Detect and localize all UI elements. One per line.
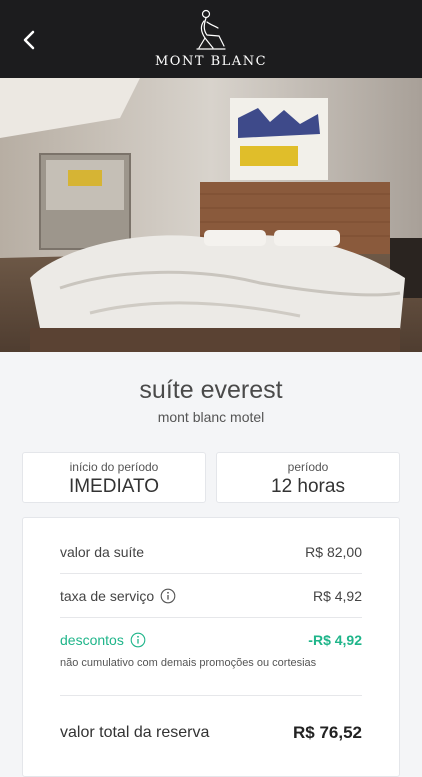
discount-row: descontos -R$ 4,92 (60, 632, 362, 648)
total-row: valor total da reserva R$ 76,52 (60, 723, 362, 743)
price-summary: valor da suíte R$ 82,00 taxa de serviço … (22, 517, 400, 777)
discount-label: descontos (60, 632, 124, 648)
brand-name: MONT BLANC (154, 54, 268, 69)
motel-name: mont blanc motel (157, 409, 265, 425)
suite-value: R$ 82,00 (305, 544, 362, 560)
service-fee-row: taxa de serviço R$ 4,92 (60, 588, 362, 604)
period-start-label: início do período (69, 460, 159, 474)
period-value: 12 horas (271, 476, 345, 497)
period-start-value: IMEDIATO (68, 476, 160, 497)
brand-logo: MONT BLANC (0, 8, 422, 69)
suite-photo (0, 78, 422, 352)
suite-photo-gallery[interactable] (0, 78, 422, 352)
info-icon[interactable] (160, 588, 176, 604)
service-fee-label: taxa de serviço (60, 588, 155, 604)
app-header: MONT BLANC (0, 0, 422, 78)
total-value: R$ 76,52 (293, 723, 362, 742)
discount-value: -R$ 4,92 (308, 632, 362, 648)
period-label: período (287, 460, 329, 474)
suite-value-row: valor da suíte R$ 82,00 (60, 544, 362, 560)
seated-figure-logo (196, 9, 226, 50)
discount-note: não cumulativo com demais promoções ou c… (60, 657, 317, 669)
period-card: período 12 horas (216, 452, 400, 503)
service-fee-value: R$ 4,92 (312, 588, 362, 604)
suite-title: suíte everest (139, 376, 283, 404)
period-start-card: início do período IMEDIATO (22, 452, 206, 503)
suite-value-label: valor da suíte (60, 544, 145, 560)
divider (60, 617, 362, 618)
info-icon[interactable] (130, 632, 146, 648)
divider (60, 695, 362, 696)
total-label: valor total da reserva (60, 724, 210, 741)
divider (60, 573, 362, 574)
